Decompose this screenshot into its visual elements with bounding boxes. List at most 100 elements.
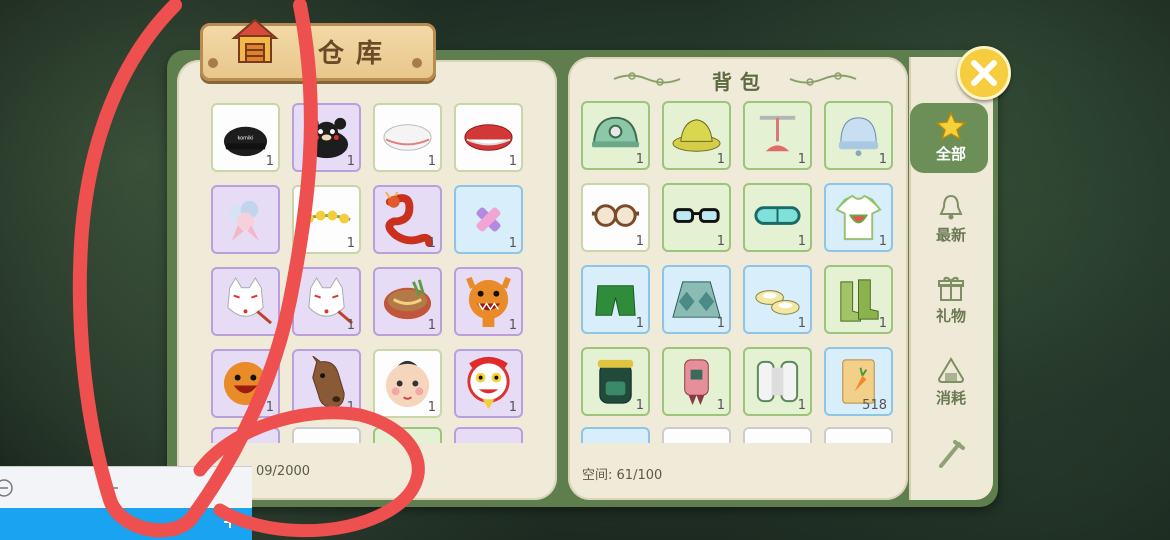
item-count: 1 bbox=[346, 400, 355, 415]
warehouse-item-slot[interactable]: 1 bbox=[454, 267, 523, 336]
item-count: 518 bbox=[862, 398, 887, 413]
item-count: 1 bbox=[797, 152, 806, 167]
item-count: 1 bbox=[508, 400, 517, 415]
warehouse-item-slot[interactable]: 1 bbox=[373, 103, 442, 172]
backpack-capacity: 空间: 61/100 bbox=[582, 464, 662, 483]
warehouse-item-grid: komiki 1 1 1 1 1 1 1 1 1 1 1 1 1 1 bbox=[211, 103, 523, 418]
item-count: 1 bbox=[797, 234, 806, 249]
category-tab-newest[interactable]: 最新 bbox=[910, 192, 992, 245]
warehouse-item-slot[interactable]: komiki 1 bbox=[211, 103, 280, 172]
category-tab-tools[interactable] bbox=[910, 438, 992, 472]
backpack-item-slot[interactable]: 1 bbox=[581, 183, 650, 252]
backpack-item-slot[interactable]: 1 bbox=[824, 101, 893, 170]
item-count: 1 bbox=[716, 234, 725, 249]
minus-circle-icon[interactable] bbox=[0, 478, 14, 498]
category-tab-all[interactable]: 全部 bbox=[910, 111, 992, 164]
item-count: 1 bbox=[508, 154, 517, 169]
warehouse-item-slot[interactable]: 1 bbox=[292, 349, 361, 418]
warehouse-item-slot[interactable]: 1 bbox=[454, 349, 523, 418]
warehouse-item-slot[interactable]: 1 bbox=[373, 267, 442, 336]
backpack-item-slot[interactable]: 1 bbox=[743, 101, 812, 170]
house-icon bbox=[231, 18, 279, 63]
item-count: 1 bbox=[635, 398, 644, 413]
plus-icon[interactable] bbox=[222, 514, 238, 530]
tool-icon bbox=[939, 440, 965, 468]
flower-corsage-icon bbox=[228, 200, 260, 242]
warehouse-item-slot[interactable] bbox=[211, 185, 280, 254]
item-count: 1 bbox=[427, 236, 436, 251]
star-icon bbox=[935, 111, 967, 141]
backpack-next-row-partial bbox=[578, 427, 898, 443]
backpack-item-slot[interactable]: 1 bbox=[581, 265, 650, 334]
warehouse-capacity: 09/2000 bbox=[256, 464, 311, 479]
item-count: 1 bbox=[635, 234, 644, 249]
backpack-item-slot[interactable]: 1 bbox=[743, 265, 812, 334]
warehouse-item-slot[interactable]: 1 bbox=[292, 103, 361, 172]
close-button[interactable] bbox=[957, 46, 1011, 100]
warehouse-next-row-partial bbox=[200, 427, 540, 443]
backpack-item-slot[interactable]: 1 bbox=[662, 183, 731, 252]
item-count: 1 bbox=[508, 236, 517, 251]
backpack-item-grid: 1 1 1 1 1 1 1 1 1 1 1 1 1 1 1 518 bbox=[581, 101, 893, 416]
overlay-window-fragment bbox=[0, 466, 252, 540]
overlay-slider-handle[interactable] bbox=[100, 487, 118, 489]
item-count: 1 bbox=[265, 400, 274, 415]
item-count: 1 bbox=[508, 318, 517, 333]
warehouse-item-slot[interactable]: 1 bbox=[373, 185, 442, 254]
vine-ornament-right bbox=[789, 72, 857, 86]
overlay-window-toolbar bbox=[0, 466, 252, 509]
backpack-title: 背包 bbox=[712, 70, 768, 94]
item-count: 1 bbox=[878, 316, 887, 331]
item-count: 1 bbox=[716, 398, 725, 413]
item-count: 1 bbox=[635, 152, 644, 167]
warehouse-item-slot[interactable]: 1 bbox=[373, 349, 442, 418]
warehouse-item-slot[interactable]: 1 bbox=[292, 185, 361, 254]
category-label: 最新 bbox=[935, 226, 966, 244]
item-count: 1 bbox=[797, 316, 806, 331]
backpack-item-slot[interactable]: 518 bbox=[824, 347, 893, 416]
warehouse-title: 仓库 bbox=[318, 39, 395, 69]
item-count: 1 bbox=[716, 152, 725, 167]
vine-ornament-left bbox=[613, 72, 681, 86]
category-label: 礼物 bbox=[935, 307, 966, 325]
backpack-item-slot[interactable]: 1 bbox=[581, 101, 650, 170]
item-count: 1 bbox=[878, 234, 887, 249]
warehouse-item-slot[interactable]: 1 bbox=[454, 185, 523, 254]
backpack-item-slot[interactable]: 1 bbox=[824, 183, 893, 252]
item-count: 1 bbox=[346, 154, 355, 169]
close-icon bbox=[971, 60, 997, 86]
item-count: 1 bbox=[427, 154, 436, 169]
gift-icon bbox=[938, 276, 964, 301]
backpack-capacity-value: 61/100 bbox=[616, 468, 663, 483]
fox-mask-icon bbox=[227, 276, 272, 325]
item-count: 1 bbox=[427, 318, 436, 333]
warehouse-item-slot[interactable] bbox=[211, 267, 280, 336]
svg-text:komiki: komiki bbox=[237, 135, 253, 141]
warehouse-item-slot[interactable]: 1 bbox=[454, 103, 523, 172]
overlay-window-bar bbox=[0, 508, 252, 540]
category-tab-consumable[interactable]: 消耗 bbox=[910, 355, 992, 408]
item-count: 1 bbox=[635, 316, 644, 331]
item-count: 1 bbox=[346, 236, 355, 251]
warehouse-item-slot[interactable]: 1 bbox=[211, 349, 280, 418]
backpack-item-slot[interactable]: 1 bbox=[662, 265, 731, 334]
item-count: 1 bbox=[427, 400, 436, 415]
item-count: 1 bbox=[797, 398, 806, 413]
backpack-item-slot[interactable]: 1 bbox=[824, 265, 893, 334]
bell-icon bbox=[939, 194, 963, 220]
plaque-nail bbox=[208, 58, 218, 68]
backpack-capacity-prefix: 空间: bbox=[582, 468, 613, 483]
item-count: 1 bbox=[346, 318, 355, 333]
category-tab-gift[interactable]: 礼物 bbox=[910, 273, 992, 326]
item-count: 1 bbox=[878, 152, 887, 167]
rice-ball-icon bbox=[937, 357, 965, 383]
backpack-item-slot[interactable]: 1 bbox=[662, 101, 731, 170]
backpack-item-slot[interactable]: 1 bbox=[662, 347, 731, 416]
category-label: 消耗 bbox=[935, 389, 966, 407]
backpack-item-slot[interactable]: 1 bbox=[743, 183, 812, 252]
plaque-nail bbox=[412, 58, 422, 68]
warehouse-item-slot[interactable]: 1 bbox=[292, 267, 361, 336]
backpack-item-slot[interactable]: 1 bbox=[581, 347, 650, 416]
backpack-item-slot[interactable]: 1 bbox=[743, 347, 812, 416]
category-label: 全部 bbox=[935, 145, 966, 163]
